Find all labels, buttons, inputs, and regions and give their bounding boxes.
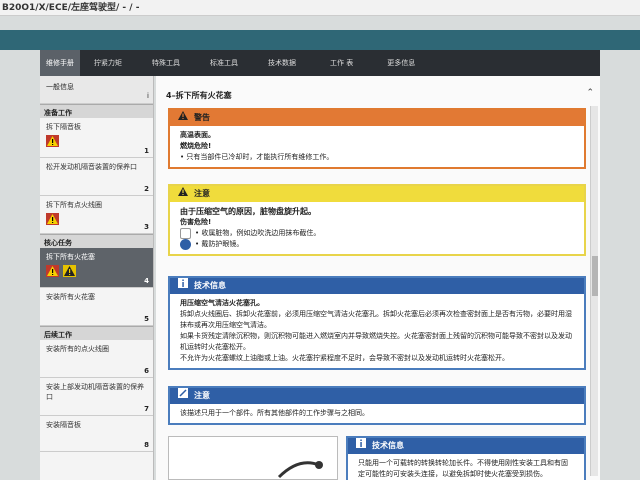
caution-bullet: • 收属脏物，例如边吹洗边用抹布截住。 <box>195 229 321 237</box>
sidebar-item-label: 松开发动机隔音装置的保养口 <box>46 163 137 171</box>
note-icon <box>178 388 188 404</box>
note-header: 注意 <box>170 388 584 404</box>
scrollbar-thumb[interactable] <box>592 256 598 296</box>
info-icon <box>356 438 366 454</box>
tab-standard-tools[interactable]: 标准工具 <box>204 50 244 76</box>
tech-info-line: 只能用一个可载转的转换转轮加长件。不得使用刚性安装工具和有固定可能性的可安装头连… <box>358 459 568 478</box>
step-number: 2 <box>144 185 149 193</box>
warning-box: 警告 高温表面。 燃烧危险! • 只有当部件已冷却时，才能执行所有维修工作。 <box>168 108 586 169</box>
tech-info-box: 技术信息 用压缩空气清洁火花塞孔。 拆卸点火线圈后、拆卸火花塞前，必须用压缩空气… <box>168 276 586 370</box>
sidebar-item-remove-spark-plugs[interactable]: 拆下所有火花塞 4 <box>40 248 153 288</box>
sidebar-item-install-service-port[interactable]: 安装上部发动机隔音装置的保养口 7 <box>40 378 153 416</box>
sidebar-item-label: 安装所有的点火线圈 <box>46 345 109 353</box>
tech-info-para: 拆卸点火线圈后、拆卸火花塞前，必须用压缩空气清洁火花塞孔。拆卸火花塞后必须再次检… <box>180 310 572 329</box>
caution-line: 伤害危险! <box>180 218 212 226</box>
warning-header: 警告 <box>170 110 584 126</box>
content-panel: 4–拆下所有火花塞 ⌃ 警告 高温表面。 燃烧危险! • 只有当部件已冷却时，才… <box>156 76 600 480</box>
note-box: 注意 该描述只用于一个部件。所有其他部件的工作步骤与之相同。 <box>168 386 586 425</box>
sidebar-item-index: i <box>147 92 149 100</box>
section-followup: 后续工作 <box>40 326 153 340</box>
sidebar-item-label: 安装上部发动机隔音装置的保养口 <box>46 383 144 401</box>
warning-bullet: • 只有当部件已冷却时，才能执行所有维修工作。 <box>180 153 334 161</box>
sidebar-item-label: 拆下所有点火线圈 <box>46 201 102 209</box>
top-nav: 维修手册 拧紧力矩 特殊工具 标准工具 技术数据 工作 表 更多信息 <box>40 50 600 76</box>
note-title: 注意 <box>194 391 210 400</box>
tech-info-box: 技术信息 只能用一个可载转的转换转轮加长件。不得使用刚性安装工具和有固定可能性的… <box>346 436 586 480</box>
tech-info-para: 如果卡货残定清除沉积物，则沉积物可能进入燃烧室内并导致燃烧失控。火花塞密封面上残… <box>180 332 572 351</box>
scrollbar[interactable] <box>590 106 598 476</box>
sidebar-item-install-spark-plugs[interactable]: 安装所有火花塞 5 <box>40 288 153 326</box>
tech-info-line: 用压缩空气清洁火花塞孔。 <box>180 299 264 307</box>
step-number: 6 <box>144 367 149 375</box>
sidebar-item-label: 安装隔音板 <box>46 421 81 429</box>
caution-bullet: • 戴防护眼镜。 <box>195 240 244 248</box>
illustration-image <box>168 436 338 480</box>
warning-icon <box>46 135 59 147</box>
sidebar-item-remove-ignition-coils[interactable]: 拆下所有点火线圈 3 <box>40 196 153 234</box>
step-number: 8 <box>144 441 149 449</box>
goggles-icon <box>180 239 191 250</box>
dust-icon <box>180 228 191 239</box>
sidebar-item-general[interactable]: 一般信息 i <box>40 76 153 104</box>
sidebar-item-label: 拆下隔音板 <box>46 123 81 131</box>
tab-tech-data[interactable]: 技术数据 <box>262 50 302 76</box>
caution-line: 由于压缩空气的原因，脏物盘旋升起。 <box>180 207 316 216</box>
section-core: 核心任务 <box>40 234 153 248</box>
warning-icon <box>46 213 59 225</box>
caution-title: 注意 <box>194 189 210 198</box>
caution-header: 注意 <box>170 186 584 202</box>
tab-service-manual[interactable]: 维修手册 <box>40 50 80 76</box>
note-line: 该描述只用于一个部件。所有其他部件的工作步骤与之相同。 <box>180 409 369 417</box>
sidebar-item-install-ignition-coils[interactable]: 安装所有的点火线圈 6 <box>40 340 153 378</box>
section-prep: 准备工作 <box>40 104 153 118</box>
sidebar-item-label: 安装所有火花塞 <box>46 293 95 301</box>
tab-more-info[interactable]: 更多信息 <box>381 50 421 76</box>
tab-torque[interactable]: 拧紧力矩 <box>88 50 128 76</box>
warning-icon <box>178 110 188 126</box>
sidebar-item-label: 拆下所有火花塞 <box>46 253 95 261</box>
step-number: 7 <box>144 405 149 413</box>
info-icon <box>178 278 188 294</box>
caution-icon <box>63 265 77 277</box>
sidebar-item-label: 一般信息 <box>46 83 74 91</box>
chevron-up-icon[interactable]: ⌃ <box>586 88 594 98</box>
tab-special-tools[interactable]: 特殊工具 <box>146 50 186 76</box>
caution-box: 注意 由于压缩空气的原因，脏物盘旋升起。 伤害危险! • 收属脏物，例如边吹洗边… <box>168 184 586 256</box>
step-number: 3 <box>144 223 149 231</box>
caution-icon <box>178 186 188 202</box>
warning-icon <box>46 265 59 277</box>
warning-line: 高温表面。 <box>180 131 215 139</box>
page-title: 4–拆下所有火花塞 <box>166 91 232 100</box>
tab-worksheet[interactable]: 工作 表 <box>324 50 359 76</box>
window-title: B20O1/X/ECE/左座驾驶型/ - / - <box>0 0 640 16</box>
sidebar-item-remove-soundproof[interactable]: 拆下隔音板 1 <box>40 118 153 158</box>
tech-info-title: 技术信息 <box>194 281 226 290</box>
tech-info-header: 技术信息 <box>348 438 584 454</box>
step-number: 1 <box>144 147 149 155</box>
header-band <box>0 30 640 50</box>
tech-info-header: 技术信息 <box>170 278 584 294</box>
sidebar: 一般信息 i 准备工作 拆下隔音板 1 松开发动机隔音装置的保养口 2 拆下所有… <box>40 76 154 480</box>
warning-title: 警告 <box>194 113 210 122</box>
warning-line: 燃烧危险! <box>180 142 212 150</box>
step-number: 4 <box>144 277 149 285</box>
step-number: 5 <box>144 315 149 323</box>
sidebar-item-loosen-service-port[interactable]: 松开发动机隔音装置的保养口 2 <box>40 158 153 196</box>
sidebar-item-install-soundproof[interactable]: 安装隔音板 8 <box>40 416 153 452</box>
tech-info-para: 不允许为火花塞螺纹上油脂或上油。火花塞拧紧程度不足时，会导致不密封以及发动机运转… <box>180 354 509 362</box>
tech-info-title: 技术信息 <box>372 441 404 450</box>
